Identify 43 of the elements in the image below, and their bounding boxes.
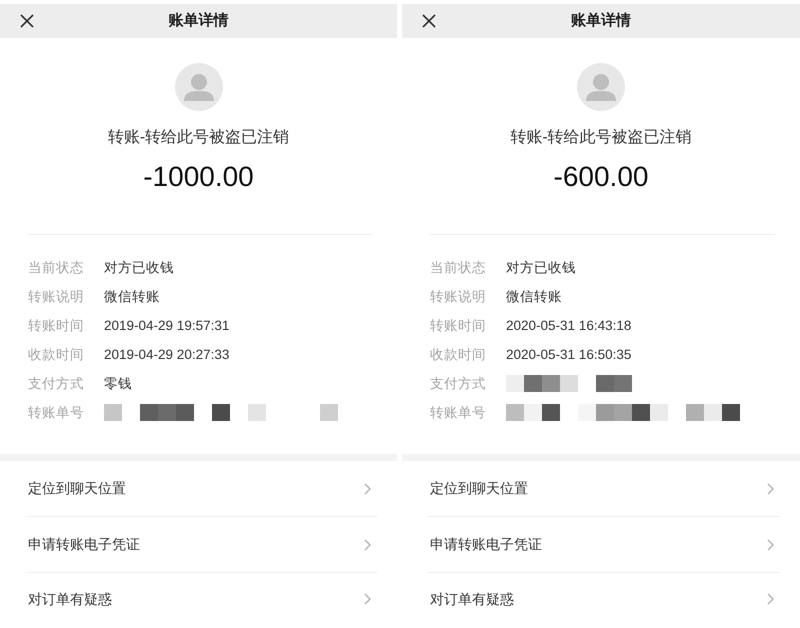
field-value: 2020-05-31 16:43:18 xyxy=(506,316,632,334)
field-value: 2019-04-29 20:27:33 xyxy=(104,346,230,364)
menu-item[interactable]: 对订单有疑惑 xyxy=(25,573,377,625)
chevron-right-icon xyxy=(767,482,774,494)
transfer-title: 转账-转给此号被盗已注销 xyxy=(108,128,290,148)
chevron-right-icon xyxy=(767,538,774,550)
page-title: 账单详情 xyxy=(571,11,631,31)
menu-item[interactable]: 定位到聊天位置 xyxy=(25,461,377,517)
field-label: 转账单号 xyxy=(28,404,85,422)
field-value: 微信转账 xyxy=(506,288,562,306)
menu-item[interactable]: 申请转账电子凭证 xyxy=(25,517,377,573)
menu-item[interactable]: 对订单有疑惑 xyxy=(427,573,780,625)
field-label: 收款时间 xyxy=(28,346,85,364)
field-value: 2020-05-31 16:50:35 xyxy=(506,346,632,364)
field-label: 转账时间 xyxy=(430,316,487,334)
field-label: 支付方式 xyxy=(28,374,85,392)
field-label: 收款时间 xyxy=(430,346,487,364)
chevron-right-icon xyxy=(364,482,371,494)
avatar-icon xyxy=(174,63,222,111)
amount-text: -1000.00 xyxy=(143,160,254,194)
field-label: 支付方式 xyxy=(430,374,487,392)
close-icon xyxy=(20,14,34,28)
field-value: 2019-04-29 19:57:31 xyxy=(104,316,230,334)
transfer-title: 转账-转给此号被盗已注销 xyxy=(510,128,692,148)
chevron-right-icon xyxy=(364,593,371,605)
field-label: 转账单号 xyxy=(430,404,487,422)
close-icon xyxy=(422,14,436,28)
field-value: 零钱 xyxy=(104,374,132,392)
field-label: 当前状态 xyxy=(28,258,85,276)
field-label: 转账时间 xyxy=(28,316,85,334)
amount-text: -600.00 xyxy=(554,160,648,194)
field-label: 转账说明 xyxy=(430,288,487,306)
field-value: 对方已收钱 xyxy=(104,258,174,276)
field-value: 微信转账 xyxy=(104,288,160,306)
field-label: 当前状态 xyxy=(430,258,487,276)
avatar-icon xyxy=(577,63,625,111)
menu-item[interactable]: 申请转账电子凭证 xyxy=(427,517,780,573)
field-value: 对方已收钱 xyxy=(506,258,576,276)
chevron-right-icon xyxy=(767,593,774,605)
page-title: 账单详情 xyxy=(168,11,228,31)
field-label: 转账说明 xyxy=(28,288,85,306)
menu-item[interactable]: 定位到聊天位置 xyxy=(427,461,780,517)
chevron-right-icon xyxy=(364,538,371,550)
